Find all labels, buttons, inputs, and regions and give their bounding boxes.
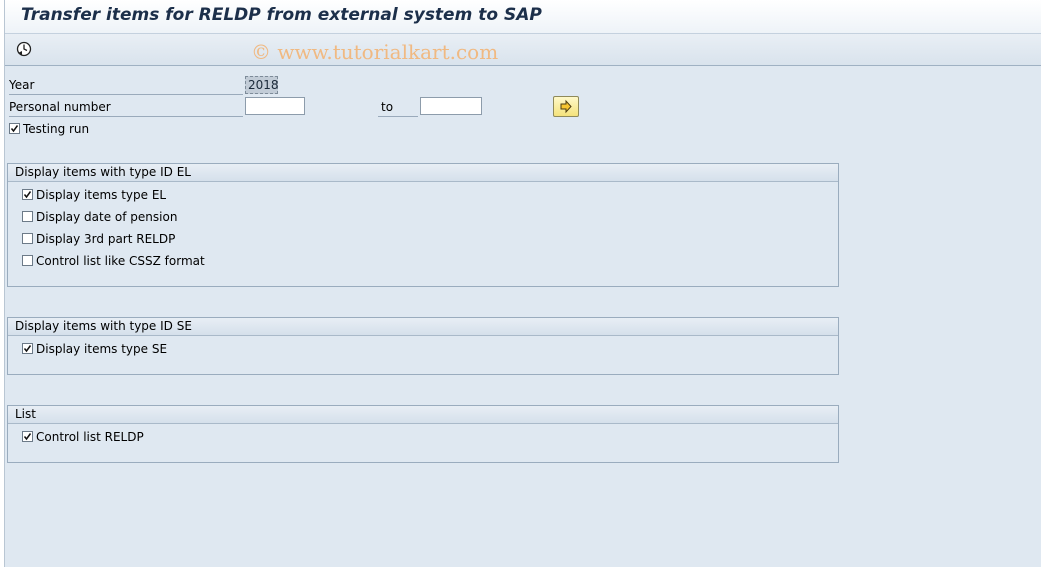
- to-label-underline: [378, 116, 418, 117]
- year-field[interactable]: 2018: [245, 76, 279, 94]
- testing-run-label: Testing run: [23, 122, 90, 136]
- display-items-type-se-checkbox[interactable]: Display items type SE: [22, 340, 167, 358]
- personal-number-underline: [9, 116, 243, 117]
- checkbox-label: Control list like CSSZ format: [36, 254, 205, 268]
- checkbox-label: Control list RELDP: [36, 430, 144, 444]
- checkbox-checked-icon: [22, 189, 33, 200]
- checkbox-label: Display date of pension: [36, 210, 178, 224]
- group-title: Display items with type ID SE: [8, 318, 838, 336]
- application-toolbar: © www.tutorialkart.com: [5, 34, 1041, 66]
- page-title: Transfer items for RELDP from external s…: [21, 5, 542, 25]
- control-list-cssz-checkbox[interactable]: Control list like CSSZ format: [22, 252, 205, 270]
- title-bar: Transfer items for RELDP from external s…: [5, 0, 1041, 34]
- window-left-edge: [0, 0, 5, 567]
- display-date-of-pension-checkbox[interactable]: Display date of pension: [22, 208, 177, 226]
- checkbox-checked-icon: [22, 431, 33, 442]
- multiple-selection-button[interactable]: [553, 96, 579, 117]
- group-title: List: [8, 406, 838, 424]
- display-items-type-el-checkbox[interactable]: Display items type EL: [22, 186, 166, 204]
- to-label: to: [381, 100, 394, 114]
- watermark-text: © www.tutorialkart.com: [251, 40, 499, 64]
- personal-number-to-input[interactable]: [420, 97, 482, 115]
- year-label-underline: [9, 94, 243, 95]
- checkbox-label: Display items type EL: [36, 188, 167, 202]
- checkbox-unchecked-icon: [22, 233, 33, 244]
- checkbox-label: Display 3rd part RELDP: [36, 232, 176, 246]
- arrow-right-icon: [554, 99, 578, 119]
- control-list-reldp-checkbox[interactable]: Control list RELDP: [22, 428, 144, 446]
- execute-clock-icon[interactable]: [14, 39, 34, 59]
- checkbox-label: Display items type SE: [36, 342, 168, 356]
- checkbox-checked-icon: [9, 123, 20, 134]
- personal-number-label: Personal number: [9, 100, 111, 114]
- checkbox-unchecked-icon: [22, 255, 33, 266]
- display-3rd-part-reldp-checkbox[interactable]: Display 3rd part RELDP: [22, 230, 175, 248]
- testing-run-checkbox[interactable]: Testing run: [9, 120, 89, 138]
- checkbox-unchecked-icon: [22, 211, 33, 222]
- checkbox-checked-icon: [22, 343, 33, 354]
- personal-number-from-input[interactable]: [245, 97, 305, 115]
- group-title: Display items with type ID EL: [8, 164, 838, 182]
- year-label: Year: [9, 78, 35, 92]
